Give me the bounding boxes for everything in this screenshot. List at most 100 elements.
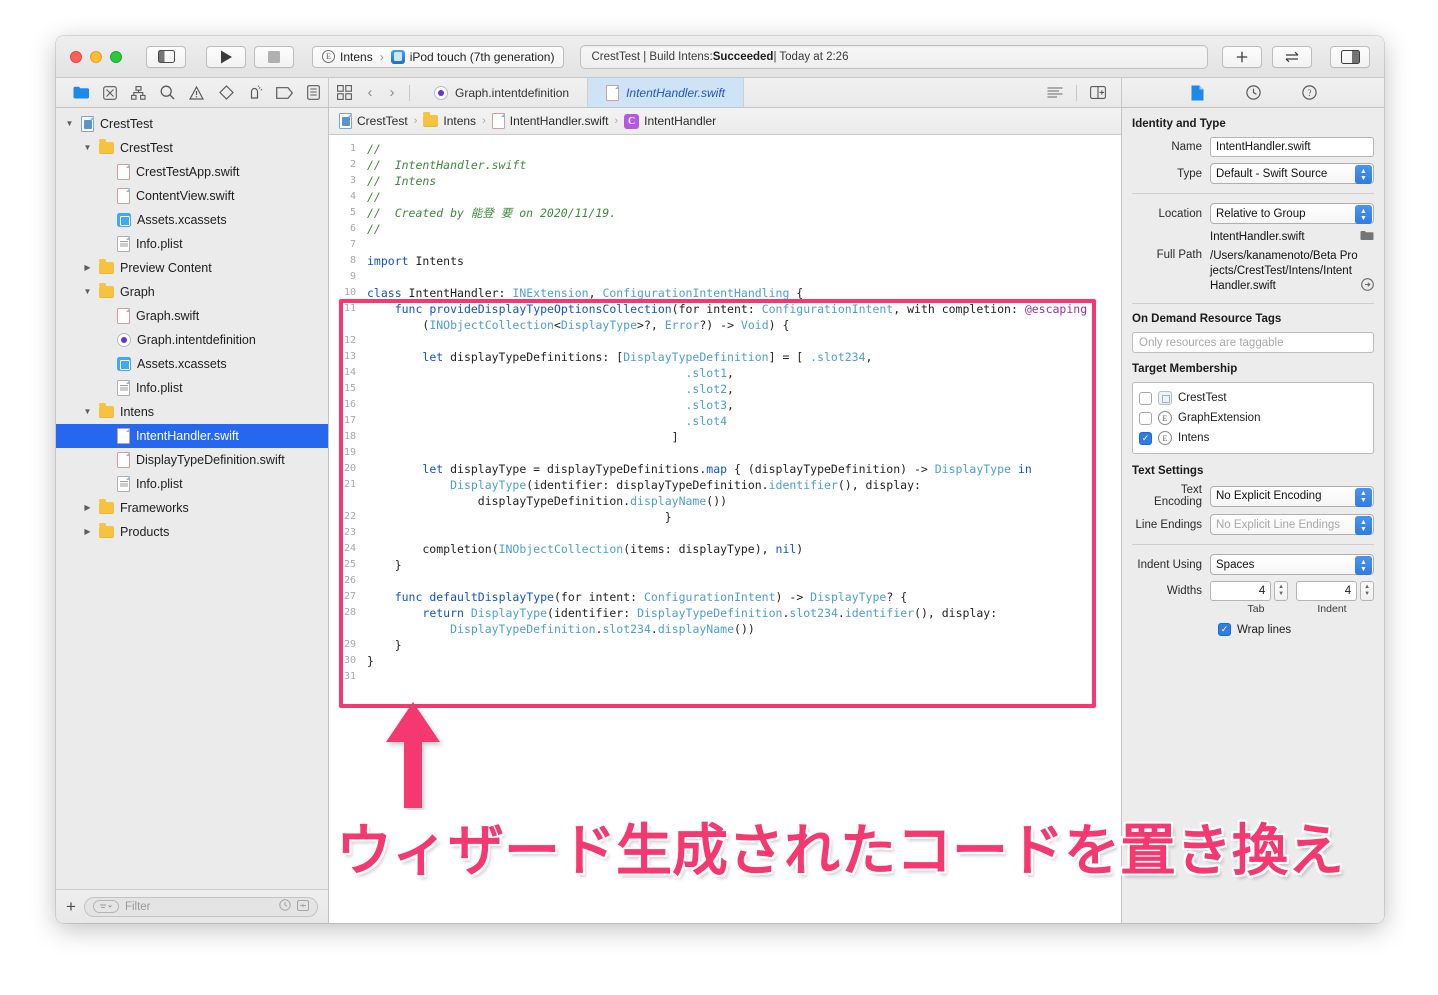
code-line[interactable] xyxy=(367,669,1121,685)
code-line[interactable]: class IntentHandler: INExtension, Config… xyxy=(367,285,1121,301)
file-tree-row[interactable]: ▶Assets.xcassets xyxy=(56,208,328,232)
add-editor-button[interactable] xyxy=(1222,45,1262,68)
target-checkbox[interactable] xyxy=(1139,391,1152,405)
editor-tab-intenthandler-swift[interactable]: IntentHandler.swift xyxy=(588,78,745,107)
code-line[interactable]: DisplayTypeDefinition.slot234.displayNam… xyxy=(367,621,1121,637)
code-line[interactable]: // Created by 能登 要 on 2020/11/19. xyxy=(367,205,1121,221)
target-checkbox[interactable]: ✓ xyxy=(1139,431,1152,445)
code-line[interactable]: .slot4 xyxy=(367,413,1121,429)
code-line[interactable]: let displayType = displayTypeDefinitions… xyxy=(367,461,1121,477)
history-inspector-icon[interactable] xyxy=(1238,78,1268,108)
target-membership-row[interactable]: E GraphExtension xyxy=(1139,408,1367,428)
code-line[interactable] xyxy=(367,445,1121,461)
go-forward-button[interactable]: › xyxy=(381,78,403,108)
breadcrumb-symbol[interactable]: IntentHandler xyxy=(644,114,716,128)
code-line[interactable]: displayTypeDefinition.displayName()) xyxy=(367,493,1121,509)
target-membership-list[interactable]: CrestTest E GraphExtension ✓ E Intens xyxy=(1132,382,1374,454)
line-endings-popup[interactable]: No Explicit Line Endings ▲ ▼ xyxy=(1210,514,1374,535)
jump-bar[interactable]: CrestTest › Intens › IntentHandler.swift… xyxy=(329,108,1121,135)
debug-navigator-icon[interactable] xyxy=(241,78,270,108)
code-line[interactable]: // Intens xyxy=(367,173,1121,189)
report-navigator-icon[interactable] xyxy=(299,78,328,108)
code-line[interactable]: func provideDisplayTypeOptionsCollection… xyxy=(367,301,1121,317)
stop-button[interactable] xyxy=(254,45,294,68)
file-tree[interactable]: ▼CrestTest▼CrestTest▶CrestTestApp.swift▶… xyxy=(56,108,328,889)
file-tree-row[interactable]: ▶CrestTestApp.swift xyxy=(56,160,328,184)
toggle-inspector-button[interactable] xyxy=(1330,45,1370,68)
disclosure-triangle-open-icon[interactable]: ▼ xyxy=(82,288,93,296)
target-membership-row[interactable]: CrestTest xyxy=(1139,388,1367,408)
file-tree-row[interactable]: ▶Graph.swift xyxy=(56,304,328,328)
add-file-button[interactable]: + xyxy=(66,898,76,915)
indent-using-popup[interactable]: Spaces ▲ ▼ xyxy=(1210,554,1374,575)
code-line[interactable]: .slot2, xyxy=(367,381,1121,397)
text-encoding-popup[interactable]: No Explicit Encoding ▲ ▼ xyxy=(1210,485,1374,507)
code-line[interactable]: import Intents xyxy=(367,253,1121,269)
project-navigator-icon[interactable] xyxy=(66,78,95,108)
file-tree-row[interactable]: ▶ Frameworks xyxy=(56,496,328,520)
minimize-window-button[interactable] xyxy=(90,50,102,63)
related-items-button[interactable] xyxy=(329,78,359,108)
go-back-button[interactable]: ‹ xyxy=(359,78,381,108)
code-line[interactable]: } xyxy=(367,557,1121,573)
file-tree-row[interactable]: ▶DisplayTypeDefinition.swift xyxy=(56,448,328,472)
file-tree-row[interactable]: ▼ CrestTest xyxy=(56,112,328,136)
inspector-tab-bar[interactable]: ? xyxy=(1121,78,1384,107)
file-tree-row[interactable]: ▼ Intens xyxy=(56,400,328,424)
code-line[interactable]: } xyxy=(367,653,1121,669)
scheme-selector[interactable]: E Intens › iPod touch (7th generation) xyxy=(312,45,565,68)
code-line[interactable]: // IntentHandler.swift xyxy=(367,157,1121,173)
activity-status-bar[interactable]: CrestTest | Build Intens: Succeeded | To… xyxy=(580,44,1208,69)
file-tree-row[interactable]: ▶ContentView.swift xyxy=(56,184,328,208)
symbol-navigator-icon[interactable] xyxy=(124,78,153,108)
add-assistant-editor-icon[interactable] xyxy=(1083,78,1113,108)
navigator-tab-bar[interactable] xyxy=(56,78,329,107)
test-navigator-icon[interactable] xyxy=(212,78,241,108)
location-popup[interactable]: Relative to Group ▲ ▼ xyxy=(1210,203,1374,224)
file-tree-row[interactable]: ▶Assets.xcassets xyxy=(56,352,328,376)
find-navigator-icon[interactable] xyxy=(153,78,182,108)
disclosure-triangle-closed-icon[interactable]: ▶ xyxy=(82,528,93,536)
disclosure-triangle-open-icon[interactable]: ▼ xyxy=(82,144,93,152)
code-line[interactable]: // xyxy=(367,221,1121,237)
code-canvas[interactable]: 1 2 3 4 5 6 7 8 9 10 11 12 13 14 15 16 17 18 19 20 21 22 23 24 2… xyxy=(329,135,1121,923)
code-line[interactable]: completion(INObjectCollection(items: dis… xyxy=(367,541,1121,557)
file-tree-row[interactable]: ▶ Preview Content xyxy=(56,256,328,280)
name-field[interactable]: IntentHandler.swift xyxy=(1210,137,1374,157)
type-popup[interactable]: Default - Swift Source ▲ ▼ xyxy=(1210,163,1374,184)
tab-width-stepper[interactable]: ▲ ▼ xyxy=(1274,581,1289,601)
code-line[interactable] xyxy=(367,333,1121,349)
indent-width-field[interactable]: 4 xyxy=(1295,581,1358,601)
breakpoint-navigator-icon[interactable] xyxy=(270,78,299,108)
indent-width-stepper[interactable]: ▲ ▼ xyxy=(1360,581,1374,601)
code-line[interactable]: (INObjectCollection<DisplayType>?, Error… xyxy=(367,317,1121,333)
code-line[interactable]: // xyxy=(367,189,1121,205)
code-line[interactable]: } xyxy=(367,509,1121,525)
file-tree-row[interactable]: ▶IntentHandler.swift xyxy=(56,424,328,448)
file-tree-row[interactable]: ▼ Graph xyxy=(56,280,328,304)
disclosure-triangle-closed-icon[interactable]: ▶ xyxy=(82,504,93,512)
file-tree-row[interactable]: ▼ CrestTest xyxy=(56,136,328,160)
minimap-toggle-icon[interactable] xyxy=(1040,78,1070,108)
run-button[interactable] xyxy=(206,45,246,68)
wrap-lines-checkbox[interactable]: ✓ xyxy=(1218,623,1231,636)
code-line[interactable] xyxy=(367,525,1121,541)
disclosure-triangle-open-icon[interactable]: ▼ xyxy=(82,408,93,416)
odr-tags-field[interactable]: Only resources are taggable xyxy=(1132,332,1374,353)
file-inspector-icon[interactable] xyxy=(1182,78,1212,108)
close-window-button[interactable] xyxy=(70,50,82,63)
toggle-code-review-button[interactable] xyxy=(1272,45,1312,68)
target-membership-row[interactable]: ✓ E Intens xyxy=(1139,428,1367,448)
breadcrumb-intens[interactable]: Intens xyxy=(443,114,476,128)
file-tree-row[interactable]: ▶ Products xyxy=(56,520,328,544)
code-line[interactable]: ] xyxy=(367,429,1121,445)
breadcrumb-file[interactable]: IntentHandler.swift xyxy=(510,114,609,128)
target-checkbox[interactable] xyxy=(1139,411,1152,425)
code-line[interactable] xyxy=(367,237,1121,253)
code-line[interactable] xyxy=(367,573,1121,589)
filter-scope-icon[interactable] xyxy=(92,900,119,913)
file-tree-row[interactable]: ▶Graph.intentdefinition xyxy=(56,328,328,352)
code-line[interactable]: } xyxy=(367,637,1121,653)
code-line[interactable]: .slot1, xyxy=(367,365,1121,381)
issue-navigator-icon[interactable] xyxy=(182,78,211,108)
